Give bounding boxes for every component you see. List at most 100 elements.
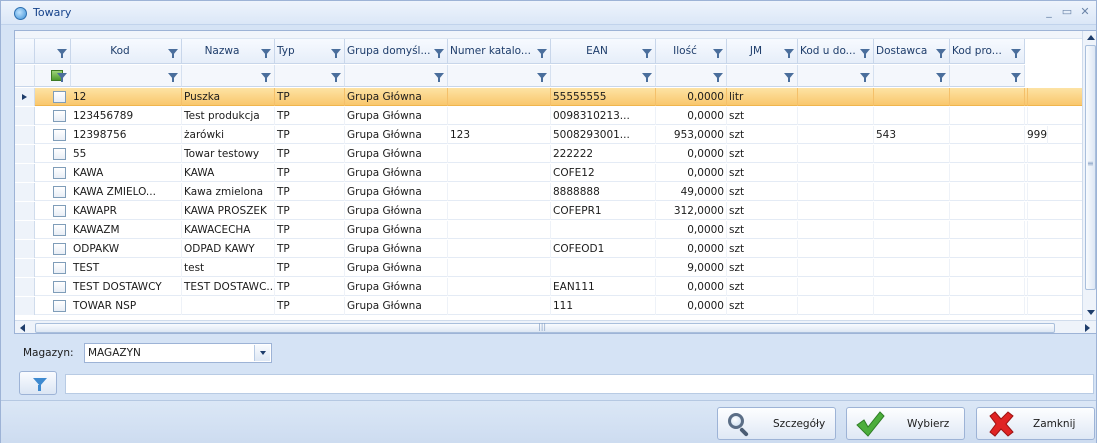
table-row[interactable]: 55 Towar testowy TP Grupa Główna 222222 0,000… [15,145,1082,163]
scroll-left-icon[interactable] [20,324,25,332]
row-checkbox[interactable] [53,243,66,255]
cell-dostawca[interactable] [874,202,950,220]
cell-dostawca[interactable] [874,145,950,163]
row-checkbox[interactable] [53,110,66,122]
cell-ean[interactable] [551,221,656,239]
filter-row-cell[interactable] [182,65,275,87]
cell-ilosc[interactable]: 0,0000 [656,164,727,182]
cell-ilosc[interactable]: 312,0000 [656,202,727,220]
cell-kodpro[interactable] [950,278,1025,296]
cell-dostawca[interactable] [874,278,950,296]
cell-numer[interactable] [448,145,551,163]
horizontal-scrollbar[interactable]: ||| [15,320,1096,333]
filter-row-funnel-icon[interactable] [860,73,870,82]
column-filter-icon[interactable] [331,49,341,58]
column-filter-icon[interactable] [860,49,870,58]
column-header[interactable] [35,39,71,64]
column-filter-icon[interactable] [642,49,652,58]
filter-row-cell[interactable] [35,65,71,87]
column-header[interactable]: Nazwa [182,39,275,64]
cell-typ[interactable]: TP [275,145,345,163]
table-row[interactable]: TOWAR NSP TP Grupa Główna 111 0,0000 szt [15,297,1082,315]
filter-button[interactable] [19,371,57,395]
cell-ilosc[interactable]: 0,0000 [656,240,727,258]
products-grid[interactable]: Kod Nazwa Typ Grupa domyśl... Numer katalo..… [14,30,1097,334]
filter-row-cell[interactable] [345,65,448,87]
cell-typ[interactable]: TP [275,107,345,125]
cell-kodpro[interactable] [950,88,1025,106]
row-indicator[interactable] [15,297,35,315]
cell-typ[interactable]: TP [275,278,345,296]
cell-grupa[interactable]: Grupa Główna [345,240,448,258]
chevron-down-icon[interactable] [254,345,270,361]
cell-nazwa[interactable]: Test produkcja [182,107,275,125]
cell-ean[interactable]: COFEOD1 [551,240,656,258]
scroll-down-icon[interactable] [1087,310,1095,315]
cell-produce[interactable] [1025,297,1028,315]
cell-ean[interactable]: 222222 [551,145,656,163]
cell-jm[interactable]: szt [727,183,798,201]
cell-jm[interactable]: szt [727,240,798,258]
table-row[interactable]: KAWA KAWA TP Grupa Główna COFE12 0,0000 szt [15,164,1082,182]
cell-ean[interactable]: 111 [551,297,656,315]
cell-nazwa[interactable]: KAWACECHA [182,221,275,239]
row-indicator[interactable] [15,202,35,220]
cell-ilosc[interactable]: 49,0000 [656,183,727,201]
cell-kodudo[interactable] [798,278,874,296]
cell-nazwa[interactable]: Towar testowy [182,145,275,163]
filter-input[interactable] [65,374,1094,394]
cell-nazwa[interactable]: Kawa zmielona [182,183,275,201]
filter-row-funnel-icon[interactable] [57,73,67,82]
cell-typ[interactable]: TP [275,221,345,239]
column-header[interactable]: Typ [275,39,345,64]
cell-kod[interactable]: TEST DOSTAWCY [71,278,182,296]
column-filter-icon[interactable] [784,49,794,58]
filter-row-funnel-icon[interactable] [642,73,652,82]
cell-kod[interactable]: TOWAR NSP [71,297,182,315]
cell-ean[interactable]: 0098310213... [551,107,656,125]
filter-row-cell[interactable] [656,65,727,87]
cell-jm[interactable]: szt [727,297,798,315]
scroll-up-icon[interactable] [1087,35,1095,40]
row-checkbox[interactable] [53,224,66,236]
column-filter-icon[interactable] [168,49,178,58]
cell-ilosc[interactable]: 0,0000 [656,221,727,239]
cell-kod[interactable]: 123456789 [71,107,182,125]
row-indicator[interactable] [15,145,35,163]
cell-grupa[interactable]: Grupa Główna [345,202,448,220]
cell-numer[interactable] [448,278,551,296]
filter-row-funnel-icon[interactable] [434,73,444,82]
cell-produce[interactable] [1025,164,1028,182]
row-checkbox[interactable] [53,186,66,198]
cell-produce[interactable] [1025,202,1028,220]
magazyn-select[interactable]: MAGAZYN [84,343,272,363]
table-row[interactable]: 12398756 żarówki TP Grupa Główna 123 50082930… [15,126,1082,144]
cell-kodpro[interactable] [950,126,1025,144]
cell-kodpro[interactable] [950,297,1025,315]
cell-ilosc[interactable]: 0,0000 [656,278,727,296]
cell-kodpro[interactable] [950,259,1025,277]
cell-numer[interactable] [448,297,551,315]
cell-kod[interactable]: ODPAKW [71,240,182,258]
table-row[interactable]: 123456789 Test produkcja TP Grupa Główna 009… [15,107,1082,125]
cell-kod[interactable]: KAWA [71,164,182,182]
cell-produce[interactable] [1025,88,1028,106]
filter-row-funnel-icon[interactable] [784,73,794,82]
cell-kodudo[interactable] [798,126,874,144]
cell-numer[interactable] [448,202,551,220]
table-row[interactable]: KAWAZM KAWACECHA TP Grupa Główna 0,0000 szt [15,221,1082,239]
cell-typ[interactable]: TP [275,202,345,220]
cell-dostawca[interactable]: 543 [874,126,950,144]
filter-row-funnel-icon[interactable] [537,73,547,82]
cell-numer[interactable] [448,164,551,182]
cell-ilosc[interactable]: 0,0000 [656,297,727,315]
maximize-button[interactable]: ▭ [1060,5,1074,19]
column-filter-icon[interactable] [1011,49,1021,58]
row-indicator[interactable] [15,221,35,239]
cell-grupa[interactable]: Grupa Główna [345,221,448,239]
column-header[interactable]: Grupa domyśl... [345,39,448,64]
filter-row-cell[interactable] [727,65,798,87]
cell-numer[interactable]: 123 [448,126,551,144]
cell-kod[interactable]: 12 [71,88,182,106]
row-indicator[interactable] [15,240,35,258]
